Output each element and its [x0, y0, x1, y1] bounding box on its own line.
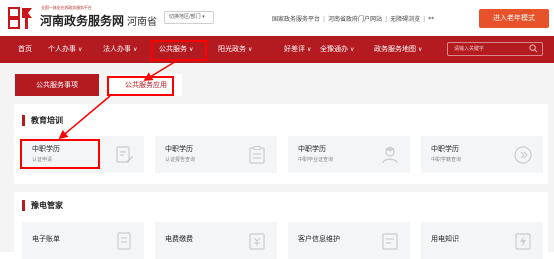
service-card[interactable]: 中职学历 中职毕业证查询	[288, 136, 410, 173]
link-accessibility[interactable]: 无障碍浏览	[390, 16, 420, 23]
nav-label: 政务服务地图	[374, 45, 416, 53]
nav-label: 全豫通办	[320, 45, 348, 53]
separator: |	[423, 16, 426, 23]
annotation-highlight-box	[20, 139, 100, 169]
search-input[interactable]: 请输入关键字	[447, 42, 543, 56]
nav-home[interactable]: 首页	[18, 36, 32, 63]
province-label: 河南省	[127, 17, 157, 28]
service-card[interactable]: 电子账单	[22, 222, 144, 259]
service-card[interactable]: 用电知识	[421, 222, 543, 259]
card-title: 中职学历	[165, 145, 193, 153]
card-subtitle: 认证报告查询	[165, 157, 196, 163]
nav-label: 好差评	[284, 45, 305, 53]
link-national-platform[interactable]: 国家政务服务平台	[272, 16, 320, 23]
search-placeholder: 请输入关键字	[454, 46, 485, 52]
service-card[interactable]: 中职学历 中职学籍查询	[421, 136, 543, 173]
site-subtitle: 全国一体化在线政务服务平台	[41, 5, 92, 10]
user-info-icon	[382, 233, 398, 250]
top-links: 国家政务服务平台 | 河南省政府门户网站 | 无障碍浏览 | **	[272, 14, 434, 23]
chevron-down-icon: ∨	[418, 46, 423, 53]
nav-label: 法人办事	[103, 45, 131, 53]
service-card[interactable]: 客户信息维护	[288, 222, 410, 259]
site-title[interactable]: 河南政务服务网	[40, 12, 124, 29]
separator: |	[323, 16, 326, 23]
card-subtitle: 中职毕业证查询	[298, 157, 334, 163]
user-name[interactable]: **	[428, 16, 434, 23]
nav-label: 个人办事	[48, 45, 76, 53]
nav-label: 阳光政务	[218, 45, 246, 53]
card-subtitle: 中职学籍查询	[431, 157, 462, 163]
chevron-down-icon: ∨	[133, 46, 138, 53]
card-title: 用电知识	[431, 235, 459, 243]
chevron-down-icon: ∨	[307, 46, 312, 53]
chevron-down-icon: ∨	[350, 46, 355, 53]
service-card[interactable]: 中职学历 认证报告查询	[155, 136, 277, 173]
site-header: 全国一体化在线政务服务平台 河南政务服务网 河南省 切换地区/部门 ▾ 国家政务…	[0, 0, 554, 36]
bill-icon	[117, 232, 131, 250]
site-logo-icon[interactable]	[8, 7, 34, 29]
chevron-down-icon: ∨	[78, 46, 83, 53]
nav-label: 首页	[18, 45, 32, 53]
payment-icon	[249, 233, 265, 250]
region-select[interactable]: 切换地区/部门 ▾	[164, 11, 214, 24]
nav-corporate[interactable]: 法人办事 ∨	[103, 36, 137, 63]
report-icon	[249, 146, 265, 164]
link-gov-portal[interactable]: 河南省政府门户网站	[328, 16, 382, 23]
chevron-down-icon: ∨	[248, 46, 253, 53]
section-title: 教育培训	[22, 115, 63, 126]
nav-personal[interactable]: 个人办事 ∨	[48, 36, 82, 63]
annotation-highlight-box	[151, 40, 207, 61]
document-edit-icon	[116, 146, 133, 163]
record-icon	[514, 146, 532, 164]
tab-public-service-items[interactable]: 公共服务事项	[15, 74, 99, 96]
card-title: 电费缴费	[165, 235, 193, 243]
knowledge-icon	[515, 233, 531, 250]
section-henan-power: 豫电管家 电子账单 电费缴费 客户信息维护 用电知识	[14, 192, 548, 259]
nav-province-wide[interactable]: 全豫通办 ∨	[320, 36, 354, 63]
search-icon[interactable]	[529, 44, 538, 53]
elder-mode-button[interactable]: 进入老年模式	[479, 9, 549, 28]
card-title: 中职学历	[298, 145, 326, 153]
graduate-icon	[382, 146, 398, 164]
separator: |	[385, 16, 388, 23]
card-title: 电子账单	[32, 235, 60, 243]
service-card[interactable]: 电费缴费	[155, 222, 277, 259]
card-title: 中职学历	[431, 145, 459, 153]
annotation-highlight-box	[107, 76, 174, 96]
nav-service-map[interactable]: 政务服务地图 ∨	[374, 36, 422, 63]
card-title: 客户信息维护	[298, 235, 340, 243]
nav-open-government[interactable]: 阳光政务 ∨	[218, 36, 252, 63]
section-title: 豫电管家	[22, 200, 63, 211]
nav-review[interactable]: 好差评 ∨	[284, 36, 311, 63]
